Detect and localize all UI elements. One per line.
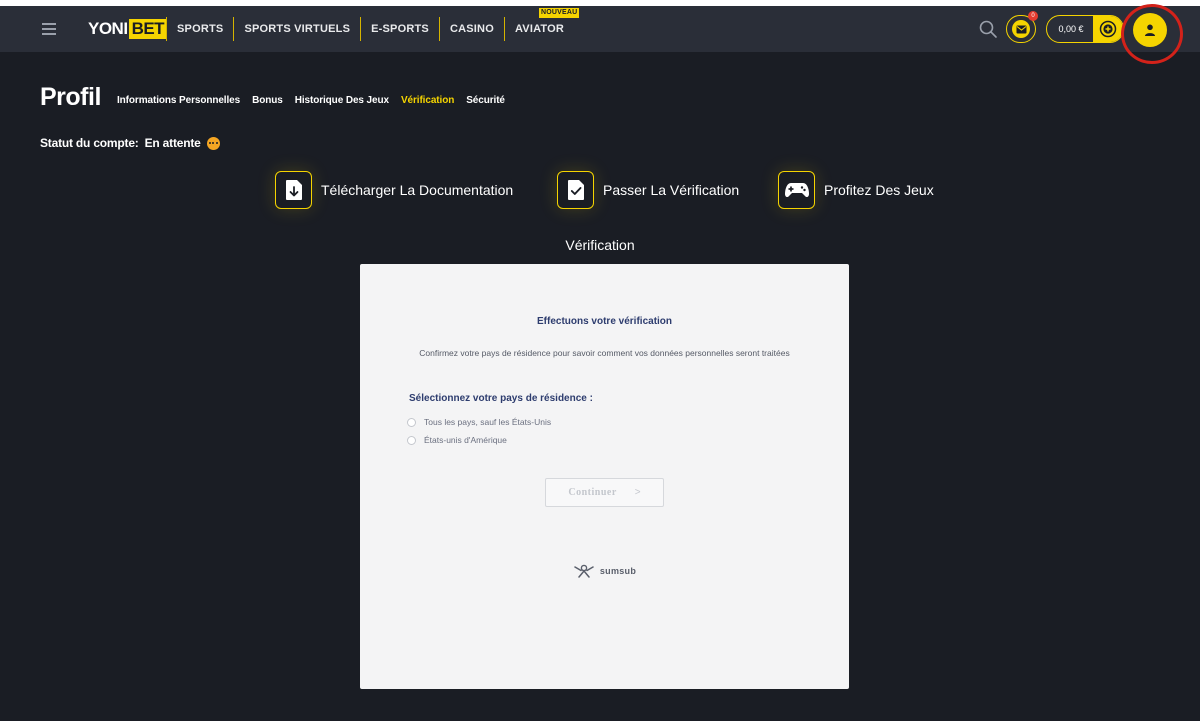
nav-label: SPORTS VIRTUELS (244, 23, 351, 35)
tab-informations-personnelles[interactable]: Informations Personnelles (117, 95, 240, 106)
sumsub-branding: sumsub (360, 564, 849, 578)
nav-item-aviator[interactable]: NOUVEAU AVIATOR (503, 8, 580, 41)
tab-historique-des-jeux[interactable]: Historique Des Jeux (295, 95, 389, 106)
country-select-label: Sélectionnez votre pays de résidence : (409, 393, 593, 404)
radio-button[interactable] (407, 435, 416, 445)
step-label: Profitez Des Jeux (824, 182, 934, 198)
top-header: YONI BET SPORTS SPORTS VIRTUELS E-SPORTS… (0, 4, 1200, 64)
menu-icon[interactable] (42, 23, 56, 35)
new-badge: NOUVEAU (538, 8, 580, 18)
step-pass-verification: Passer La Vérification (557, 171, 739, 209)
verification-panel: Effectuons votre vérification Confirmez … (360, 264, 849, 689)
step-label: Passer La Vérification (603, 182, 740, 198)
continue-button[interactable]: Continuer > (545, 478, 664, 507)
step-label: Télécharger La Documentation (321, 182, 514, 198)
nav-label: AVIATOR (514, 23, 565, 35)
account-status: Statut du compte: En attente (40, 136, 220, 150)
pending-icon (206, 136, 220, 150)
verification-description: Confirmez votre pays de résidence pour s… (419, 348, 790, 358)
logo-text-bet: BET (128, 19, 168, 39)
nav-label: CASINO (449, 23, 494, 35)
continue-label: Continuer (568, 487, 617, 498)
nav-item-esports[interactable]: E-SPORTS (360, 17, 439, 41)
country-option-all-except-us[interactable]: Tous les pays, sauf les États-Unis (407, 417, 551, 427)
document-download-icon (275, 171, 312, 209)
profile-tabs: Informations Personnelles Bonus Historiq… (117, 95, 505, 106)
yonibet-logo[interactable]: YONI BET (88, 18, 168, 40)
verification-section-title: Vérification (565, 237, 635, 253)
messages-button[interactable]: 0 (1006, 11, 1038, 43)
highlight-annotation-circle (1121, 4, 1183, 64)
tab-verification[interactable]: Vérification (401, 95, 454, 106)
nav-item-sports-virtuels[interactable]: SPORTS VIRTUELS (233, 17, 360, 41)
balance-amount: 0,00 € (1058, 24, 1084, 34)
chevron-right-icon: > (634, 487, 641, 498)
verification-heading: Effectuons votre vérification (536, 316, 673, 327)
tab-securite[interactable]: Sécurité (466, 95, 505, 106)
radio-label: États-unis d'Amérique (424, 435, 507, 445)
nav-item-casino[interactable]: CASINO (438, 17, 504, 41)
logo-text-yoni: YONI (88, 19, 128, 38)
sumsub-label: sumsub (599, 566, 637, 576)
country-option-us[interactable]: États-unis d'Amérique (407, 435, 507, 445)
status-label: Statut du compte: (40, 136, 139, 150)
nav-label: SPORTS (177, 23, 224, 35)
mail-icon (1012, 20, 1030, 38)
nav-item-sports[interactable]: SPORTS (166, 17, 233, 41)
status-value: En attente (144, 136, 201, 150)
balance-widget[interactable]: 0,00 € (1046, 15, 1124, 43)
unread-count-badge: 0 (1028, 11, 1038, 21)
tab-bonus[interactable]: Bonus (252, 95, 283, 106)
radio-label: Tous les pays, sauf les États-Unis (424, 417, 552, 427)
radio-button[interactable] (407, 417, 416, 427)
sumsub-logo-icon (574, 564, 594, 578)
document-check-icon (557, 171, 594, 209)
step-upload-documentation: Télécharger La Documentation (275, 171, 513, 209)
page-title: Profil (40, 83, 101, 111)
search-icon[interactable] (978, 19, 998, 39)
deposit-plus-icon[interactable] (1093, 16, 1123, 42)
gamepad-icon (778, 171, 815, 209)
step-enjoy-games: Profitez Des Jeux (778, 171, 934, 209)
main-nav: SPORTS SPORTS VIRTUELS E-SPORTS CASINO N… (166, 8, 580, 41)
nav-label: E-SPORTS (371, 23, 429, 35)
